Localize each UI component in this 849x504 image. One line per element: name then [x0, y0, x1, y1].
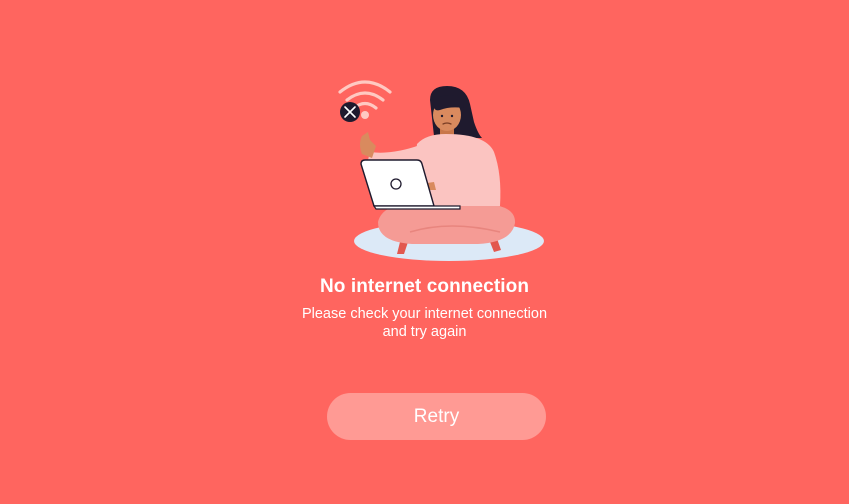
- error-message-line-2: and try again: [382, 324, 467, 340]
- page-title: No internet connection: [319, 276, 530, 297]
- offline-screen: No internet connection Please check your…: [0, 0, 849, 504]
- close-icon: [340, 102, 360, 122]
- error-message: Please check your internet connection an…: [0, 305, 849, 341]
- no-connection-illustration: [338, 80, 544, 261]
- legs: [378, 204, 516, 244]
- error-message-line-1: Please check your internet connection: [301, 306, 548, 322]
- retry-button[interactable]: Retry: [327, 393, 546, 440]
